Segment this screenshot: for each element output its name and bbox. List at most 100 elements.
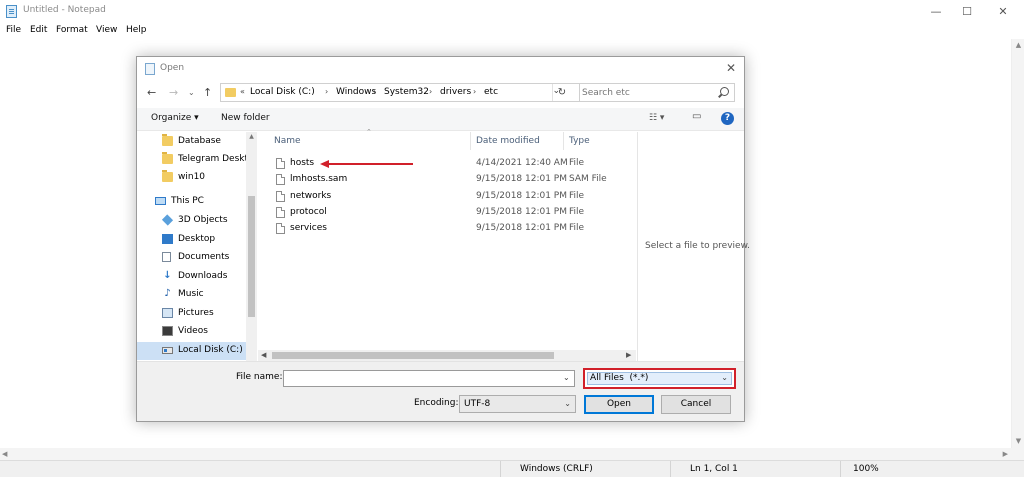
- nav-item-pictures[interactable]: Pictures: [137, 305, 247, 322]
- nav-item-music[interactable]: ♪ Music: [137, 286, 247, 303]
- file-type-select[interactable]: All Files (*.*) ⌄: [587, 372, 732, 385]
- preview-pane-icon[interactable]: ▭: [692, 111, 701, 122]
- dialog-icon: [145, 63, 155, 75]
- nav-item-win10[interactable]: win10: [137, 169, 247, 186]
- editor-vertical-scrollbar[interactable]: ▲ ▼: [1011, 39, 1024, 448]
- window-title: Untitled - Notepad: [23, 5, 106, 15]
- folder-icon: [162, 170, 173, 182]
- scrollbar-thumb[interactable]: [272, 352, 554, 359]
- column-header-date-modified[interactable]: Date modified: [476, 136, 540, 146]
- menu-view[interactable]: View: [96, 25, 117, 35]
- file-icon: [276, 174, 285, 185]
- view-options-icon[interactable]: ☷ ▾: [649, 113, 664, 123]
- nav-item-3d-objects[interactable]: 3D Objects: [137, 212, 247, 229]
- close-button[interactable]: ✕: [986, 0, 1020, 24]
- folder-icon: [162, 134, 173, 146]
- new-folder-button[interactable]: New folder: [221, 113, 270, 123]
- folder-icon: [162, 152, 173, 164]
- search-box[interactable]: [579, 83, 735, 102]
- file-row-hosts[interactable]: hosts 4/14/2021 12:40 AM File: [258, 156, 628, 172]
- navigation-row: ← → ⌄ ↑ « Local Disk (C:) › Windows › Sy…: [137, 83, 744, 105]
- navigation-pane-scrollbar[interactable]: ▲: [246, 132, 257, 361]
- breadcrumb-local-disk[interactable]: Local Disk (C:): [250, 87, 315, 97]
- breadcrumb-windows[interactable]: Windows: [336, 87, 376, 97]
- breadcrumb-separator[interactable]: ›: [373, 87, 376, 96]
- open-dialog: Open ✕ ← → ⌄ ↑ « Local Disk (C:) › Windo…: [136, 56, 750, 422]
- status-zoom: 100%: [853, 464, 879, 474]
- file-row-lmhosts-sam[interactable]: lmhosts.sam 9/15/2018 12:01 PM SAM File: [258, 172, 628, 188]
- file-name-input[interactable]: [283, 370, 575, 387]
- breadcrumb-drivers[interactable]: drivers: [440, 87, 471, 97]
- notepad-icon: [6, 5, 17, 18]
- encoding-select[interactable]: UTF-8 ⌄: [459, 395, 576, 413]
- address-bar[interactable]: « Local Disk (C:) › Windows › System32 ›…: [220, 83, 585, 102]
- scroll-left-icon[interactable]: ◀: [2, 448, 7, 460]
- file-icon: [276, 207, 285, 218]
- scrollbar-thumb[interactable]: [248, 196, 255, 317]
- downloads-icon: ↓: [163, 270, 172, 281]
- help-icon[interactable]: ?: [721, 112, 734, 125]
- search-icon[interactable]: [720, 87, 729, 96]
- nav-item-desktop[interactable]: Desktop: [137, 231, 247, 248]
- file-icon: [276, 158, 285, 169]
- file-name-dropdown-icon[interactable]: ⌄: [563, 373, 570, 382]
- maximize-button[interactable]: ☐: [950, 0, 984, 24]
- annotation-arrow-icon: [320, 160, 413, 168]
- dialog-footer: File name: ⌄ All Files (*.*) ⌄ Encoding:…: [137, 361, 744, 421]
- chevron-down-icon: ⌄: [564, 399, 571, 408]
- menu-file[interactable]: File: [6, 25, 21, 35]
- preview-message: Select a file to preview.: [645, 241, 750, 251]
- nav-item-this-pc[interactable]: This PC: [137, 193, 247, 210]
- cancel-button[interactable]: Cancel: [661, 395, 731, 414]
- minimize-button[interactable]: —: [919, 0, 953, 24]
- dialog-close-icon[interactable]: ✕: [726, 61, 736, 75]
- nav-item-videos[interactable]: Videos: [137, 323, 247, 340]
- scroll-right-icon[interactable]: ▶: [626, 350, 631, 361]
- open-button[interactable]: Open: [584, 395, 654, 414]
- nav-item-telegram-desktop[interactable]: Telegram Deskto: [137, 151, 247, 168]
- file-row-networks[interactable]: networks 9/15/2018 12:01 PM File: [258, 189, 628, 205]
- nav-item-local-disk[interactable]: Local Disk (C:): [137, 342, 247, 360]
- desktop-icon: [162, 234, 173, 244]
- menu-help[interactable]: Help: [126, 25, 147, 35]
- menu-edit[interactable]: Edit: [30, 25, 47, 35]
- scroll-right-icon[interactable]: ▶: [1003, 448, 1008, 460]
- command-bar: Organize ▾ New folder ☷ ▾ ▭ ?: [137, 108, 744, 131]
- scroll-left-icon[interactable]: ◀: [261, 350, 266, 361]
- nav-item-database[interactable]: Database: [137, 133, 247, 150]
- breadcrumb-separator[interactable]: ›: [473, 87, 476, 96]
- chevron-down-icon: ⌄: [721, 373, 728, 382]
- scroll-up-icon[interactable]: ▲: [246, 133, 257, 140]
- encoding-value: UTF-8: [464, 399, 491, 409]
- nav-item-documents[interactable]: Documents: [137, 249, 247, 266]
- breadcrumb-etc[interactable]: etc: [484, 87, 498, 97]
- scroll-down-icon[interactable]: ▼: [1012, 435, 1024, 448]
- recent-locations-icon[interactable]: ⌄: [188, 88, 195, 97]
- folder-icon: [225, 88, 236, 97]
- documents-icon: [162, 252, 171, 262]
- organize-button[interactable]: Organize ▾: [151, 113, 199, 123]
- dialog-titlebar: Open ✕: [137, 57, 744, 81]
- nav-item-downloads[interactable]: ↓ Downloads: [137, 268, 247, 285]
- column-header-name[interactable]: Name: [274, 136, 301, 146]
- file-list-horizontal-scrollbar[interactable]: ◀ ▶: [258, 350, 636, 361]
- refresh-icon[interactable]: ↻: [552, 84, 571, 101]
- status-bar: Windows (CRLF) Ln 1, Col 1 100%: [0, 460, 1024, 477]
- breadcrumb-separator[interactable]: ›: [325, 87, 328, 96]
- file-name-label: File name:: [236, 372, 283, 382]
- back-arrow-icon[interactable]: ←: [147, 86, 156, 99]
- scroll-up-icon[interactable]: ▲: [1012, 39, 1024, 52]
- breadcrumb-separator[interactable]: ›: [429, 87, 432, 96]
- search-input[interactable]: [582, 86, 712, 99]
- file-type-value: All Files (*.*): [590, 373, 649, 383]
- editor-horizontal-scrollbar[interactable]: ◀ ▶: [0, 448, 1024, 460]
- address-overflow[interactable]: «: [240, 87, 245, 96]
- breadcrumb-system32[interactable]: System32: [384, 87, 429, 97]
- up-arrow-icon[interactable]: ↑: [203, 86, 212, 99]
- file-row-services[interactable]: services 9/15/2018 12:01 PM File: [258, 221, 628, 237]
- menu-format[interactable]: Format: [56, 25, 88, 35]
- forward-arrow-icon[interactable]: →: [169, 86, 178, 99]
- file-row-protocol[interactable]: protocol 9/15/2018 12:01 PM File: [258, 205, 628, 221]
- file-icon: [276, 191, 285, 202]
- column-header-type[interactable]: Type: [569, 136, 590, 146]
